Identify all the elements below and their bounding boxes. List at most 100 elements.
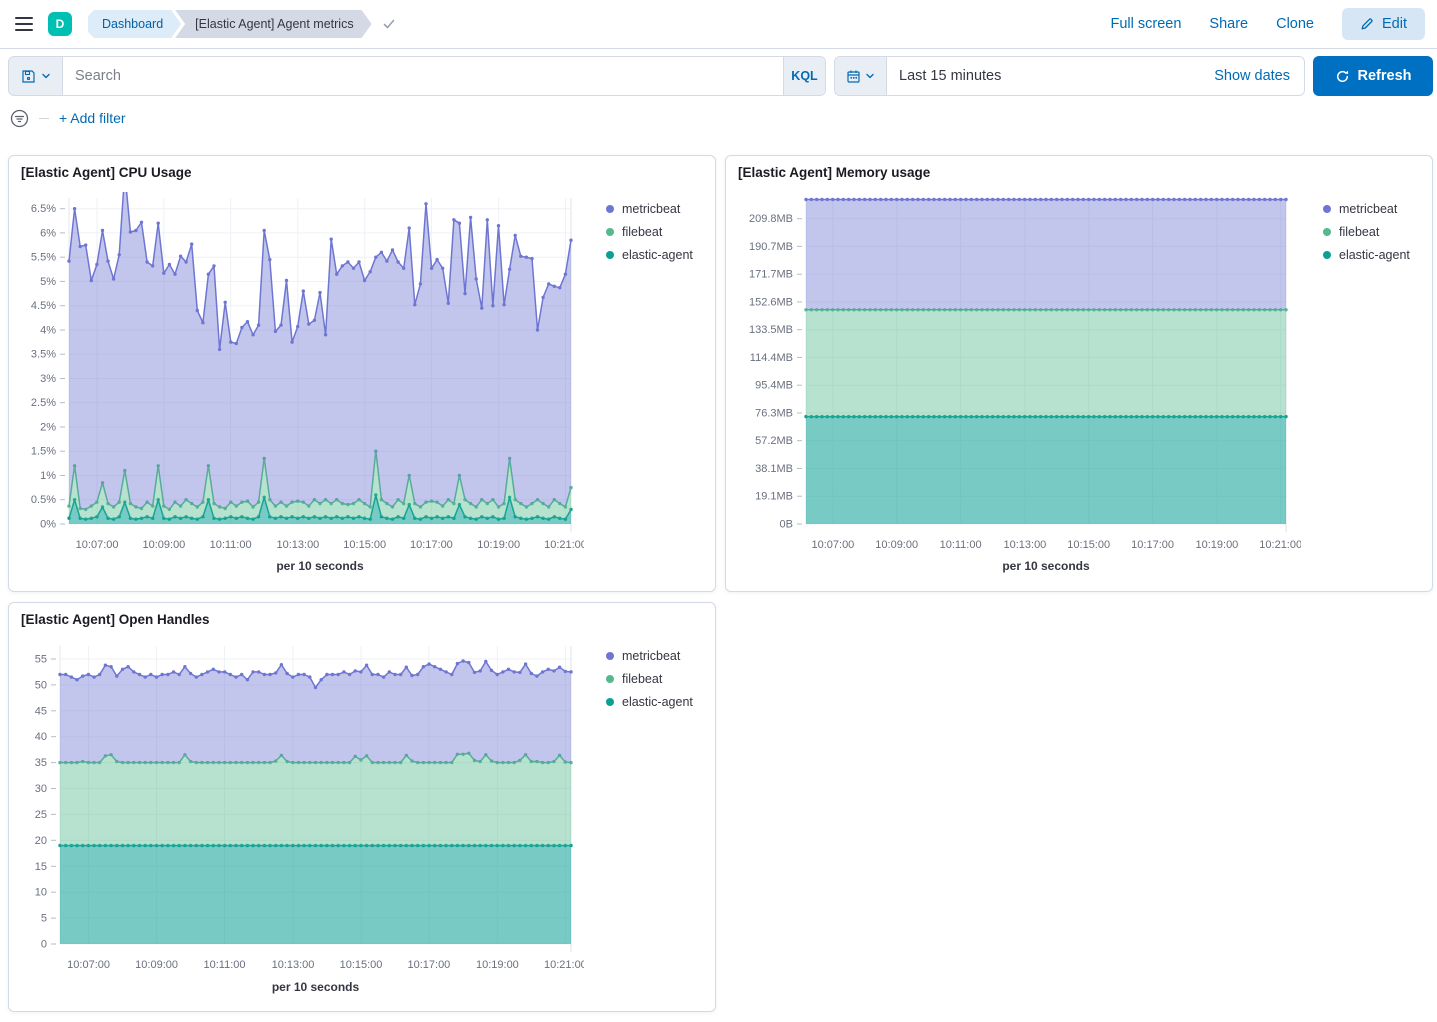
check-icon[interactable] xyxy=(382,17,396,31)
panel-cpu-usage: [Elastic Agent] CPU Usage 0%0.5%1%1.5%2%… xyxy=(8,155,716,592)
legend-item-elastic-agent[interactable]: elastic-agent xyxy=(606,248,693,262)
chart-legend: metricbeat filebeat elastic-agent xyxy=(606,202,693,271)
legend-dot xyxy=(606,652,614,660)
open-handles-chart[interactable]: 051015202530354045505510:07:0010:09:0010… xyxy=(9,639,584,999)
svg-text:10:17:00: 10:17:00 xyxy=(410,539,453,551)
svg-text:3%: 3% xyxy=(40,373,56,385)
legend-label: filebeat xyxy=(622,672,662,686)
svg-text:4.5%: 4.5% xyxy=(31,300,56,312)
svg-text:114.4MB: 114.4MB xyxy=(750,352,793,364)
svg-text:10:11:00: 10:11:00 xyxy=(210,539,252,551)
show-dates-button[interactable]: Show dates xyxy=(1214,68,1304,84)
svg-text:35: 35 xyxy=(35,757,47,769)
svg-text:2.5%: 2.5% xyxy=(31,397,56,409)
svg-text:55: 55 xyxy=(35,654,47,666)
breadcrumb-dashboard[interactable]: Dashboard xyxy=(88,10,181,38)
svg-text:50: 50 xyxy=(35,679,47,691)
legend-item-filebeat[interactable]: filebeat xyxy=(606,672,693,686)
add-filter-button[interactable]: + Add filter xyxy=(59,110,126,126)
legend-dot xyxy=(606,251,614,259)
memory-usage-chart[interactable]: 0B19.1MB38.1MB57.2MB76.3MB95.4MB114.4MB1… xyxy=(726,192,1301,578)
svg-text:10:15:00: 10:15:00 xyxy=(1067,539,1110,551)
svg-text:10:19:00: 10:19:00 xyxy=(1195,539,1238,551)
svg-text:0%: 0% xyxy=(40,519,56,531)
svg-text:133.5MB: 133.5MB xyxy=(749,324,793,336)
edit-button-label: Edit xyxy=(1382,16,1407,32)
svg-text:190.7MB: 190.7MB xyxy=(749,241,793,253)
svg-text:0: 0 xyxy=(41,939,47,951)
chart-legend: metricbeat filebeat elastic-agent xyxy=(1323,202,1410,271)
svg-text:0.5%: 0.5% xyxy=(31,494,56,506)
svg-text:95.4MB: 95.4MB xyxy=(755,380,793,392)
svg-text:5%: 5% xyxy=(40,276,56,288)
calendar-menu-button[interactable] xyxy=(835,57,887,95)
svg-text:10:17:00: 10:17:00 xyxy=(1131,539,1174,551)
svg-text:10:09:00: 10:09:00 xyxy=(875,539,918,551)
svg-text:10:15:00: 10:15:00 xyxy=(340,959,383,971)
clone-button[interactable]: Clone xyxy=(1276,16,1314,32)
full-screen-button[interactable]: Full screen xyxy=(1110,16,1181,32)
filter-icon[interactable] xyxy=(10,109,29,128)
saved-query-menu-button[interactable] xyxy=(9,57,63,95)
svg-text:per 10 seconds: per 10 seconds xyxy=(1002,559,1090,573)
time-range-value[interactable]: Last 15 minutes xyxy=(887,68,1214,84)
svg-text:10: 10 xyxy=(35,887,47,899)
save-icon xyxy=(21,69,36,84)
legend-item-elastic-agent[interactable]: elastic-agent xyxy=(1323,248,1410,262)
svg-text:3.5%: 3.5% xyxy=(31,349,56,361)
svg-text:10:11:00: 10:11:00 xyxy=(203,959,245,971)
svg-text:10:09:00: 10:09:00 xyxy=(135,959,178,971)
legend-dot xyxy=(606,698,614,706)
svg-text:10:19:00: 10:19:00 xyxy=(477,539,520,551)
svg-text:19.1MB: 19.1MB xyxy=(755,491,793,503)
svg-text:15: 15 xyxy=(35,861,47,873)
panel-open-handles: [Elastic Agent] Open Handles 05101520253… xyxy=(8,602,716,1012)
svg-text:per 10 seconds: per 10 seconds xyxy=(276,559,364,573)
legend-dot xyxy=(1323,251,1331,259)
refresh-button-label: Refresh xyxy=(1358,68,1412,84)
legend-item-elastic-agent[interactable]: elastic-agent xyxy=(606,695,693,709)
refresh-icon xyxy=(1335,69,1350,84)
svg-text:10:21:00: 10:21:00 xyxy=(1259,539,1301,551)
breadcrumb: Dashboard [Elastic Agent] Agent metrics xyxy=(88,10,396,38)
legend-item-filebeat[interactable]: filebeat xyxy=(606,225,693,239)
refresh-button[interactable]: Refresh xyxy=(1313,56,1433,96)
legend-dot xyxy=(1323,205,1331,213)
svg-text:40: 40 xyxy=(35,731,47,743)
svg-text:209.8MB: 209.8MB xyxy=(749,213,793,225)
legend-item-filebeat[interactable]: filebeat xyxy=(1323,225,1410,239)
svg-text:6.5%: 6.5% xyxy=(31,203,56,215)
edit-button[interactable]: Edit xyxy=(1342,8,1425,40)
svg-text:10:15:00: 10:15:00 xyxy=(343,539,386,551)
svg-text:5.5%: 5.5% xyxy=(31,252,56,264)
svg-text:171.7MB: 171.7MB xyxy=(749,269,793,281)
search-input[interactable] xyxy=(63,57,783,95)
space-avatar[interactable]: D xyxy=(48,12,72,36)
svg-text:57.2MB: 57.2MB xyxy=(755,435,793,447)
chevron-down-icon xyxy=(41,71,51,81)
svg-text:6%: 6% xyxy=(40,227,56,239)
breadcrumb-current-page[interactable]: [Elastic Agent] Agent metrics xyxy=(175,10,371,38)
svg-text:76.3MB: 76.3MB xyxy=(755,408,793,420)
kql-toggle[interactable]: KQL xyxy=(783,57,825,95)
legend-item-metricbeat[interactable]: metricbeat xyxy=(606,649,693,663)
kibana-dashboard-page: D Dashboard [Elastic Agent] Agent metric… xyxy=(0,0,1437,1022)
legend-label: metricbeat xyxy=(1339,202,1397,216)
share-button[interactable]: Share xyxy=(1209,16,1248,32)
menu-icon[interactable] xyxy=(0,0,48,48)
svg-text:4%: 4% xyxy=(40,325,56,337)
top-navigation-bar: D Dashboard [Elastic Agent] Agent metric… xyxy=(0,0,1437,49)
cpu-usage-chart[interactable]: 0%0.5%1%1.5%2%2.5%3%3.5%4%4.5%5%5.5%6%6.… xyxy=(9,192,584,578)
legend-item-metricbeat[interactable]: metricbeat xyxy=(1323,202,1410,216)
svg-text:10:11:00: 10:11:00 xyxy=(940,539,982,551)
svg-text:5: 5 xyxy=(41,913,47,925)
svg-text:10:19:00: 10:19:00 xyxy=(476,959,519,971)
svg-text:20: 20 xyxy=(35,835,47,847)
svg-text:30: 30 xyxy=(35,783,47,795)
svg-text:10:21:00: 10:21:00 xyxy=(544,959,584,971)
svg-text:25: 25 xyxy=(35,809,47,821)
svg-text:per 10 seconds: per 10 seconds xyxy=(272,980,360,994)
svg-text:10:13:00: 10:13:00 xyxy=(1003,539,1046,551)
svg-text:10:17:00: 10:17:00 xyxy=(407,959,450,971)
legend-item-metricbeat[interactable]: metricbeat xyxy=(606,202,693,216)
